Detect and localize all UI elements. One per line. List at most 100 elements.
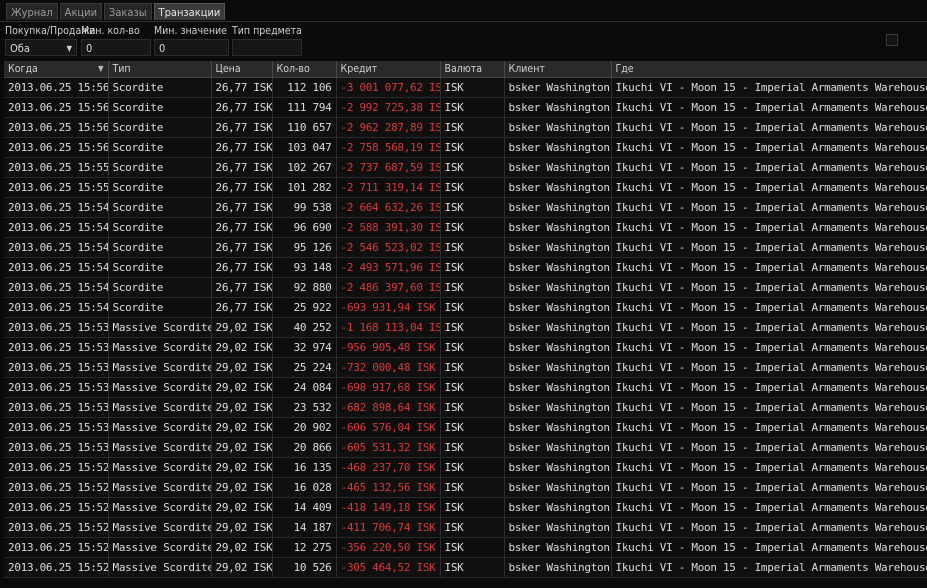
cell-price: 29,02 ISK [211, 437, 273, 458]
cell-location: Ikuchi VI - Moon 15 - Imperial Armaments… [611, 277, 927, 298]
column-header-credit[interactable]: Кредит [336, 61, 441, 78]
cell-when: 2013.06.25 15:56 [4, 97, 109, 118]
table-row[interactable]: 2013.06.25 15:52 Massive Scordite 29,02 IS… [4, 557, 927, 578]
cell-location: Ikuchi VI - Moon 15 - Imperial Armaments… [611, 417, 927, 438]
cell-when: 2013.06.25 15:53 [4, 377, 109, 398]
cell-price: 26,77 ISK [211, 77, 273, 98]
cell-credit: -605 531,32 ISK [336, 437, 441, 458]
tab-transactions[interactable]: Транзакции [153, 3, 226, 20]
cell-qty: 111 794 [272, 97, 337, 118]
column-header-client[interactable]: Клиент [504, 61, 612, 78]
settings-box-icon[interactable] [886, 34, 898, 46]
cell-type: Massive Scordite [108, 317, 212, 338]
item-type-label: Тип предмета [232, 25, 302, 37]
table-row[interactable]: 2013.06.25 15:52 Massive Scordite 29,02 IS… [4, 477, 927, 498]
cell-qty: 14 187 [272, 517, 337, 538]
column-header-qty[interactable]: Кол-во [272, 61, 337, 78]
cell-price: 26,77 ISK [211, 117, 273, 138]
cell-client: bsker Washington1 [504, 557, 612, 578]
table-row[interactable]: 2013.06.25 15:53 Massive Scordite 29,02 IS… [4, 337, 927, 358]
cell-qty: 20 866 [272, 437, 337, 458]
cell-location: Ikuchi VI - Moon 15 - Imperial Armaments… [611, 197, 927, 218]
cell-client: bsker Washington1 [504, 197, 612, 218]
table-row[interactable]: 2013.06.25 15:56 Scordite 26,77 ISK 111 794… [4, 97, 927, 118]
table-row[interactable]: 2013.06.25 15:56 Scordite 26,77 ISK 103 047… [4, 137, 927, 158]
cell-credit: -956 905,48 ISK [336, 337, 441, 358]
table-row[interactable]: 2013.06.25 15:53 Massive Scordite 29,02 IS… [4, 417, 927, 438]
table-row[interactable]: 2013.06.25 15:54 Scordite 26,77 ISK 95 126-… [4, 237, 927, 258]
cell-when: 2013.06.25 15:53 [4, 397, 109, 418]
cell-when: 2013.06.25 15:56 [4, 117, 109, 138]
cell-when: 2013.06.25 15:53 [4, 357, 109, 378]
table-row[interactable]: 2013.06.25 15:56 Scordite 26,77 ISK 110 657… [4, 117, 927, 138]
cell-qty: 99 538 [272, 197, 337, 218]
tab-shares[interactable]: Акции [59, 3, 103, 20]
cell-currency: ISK [440, 177, 505, 198]
item-type-input[interactable] [232, 39, 302, 56]
table-row[interactable]: 2013.06.25 15:52 Massive Scordite 29,02 IS… [4, 537, 927, 558]
column-header-price[interactable]: Цена [211, 61, 273, 78]
table-row[interactable]: 2013.06.25 15:54 Scordite 26,77 ISK 92 880-… [4, 277, 927, 298]
cell-when: 2013.06.25 15:52 [4, 517, 109, 538]
chevron-down-icon: ▼ [66, 44, 72, 53]
cell-qty: 16 135 [272, 457, 337, 478]
cell-when: 2013.06.25 15:52 [4, 557, 109, 578]
table-row[interactable]: 2013.06.25 15:53 Massive Scordite 29,02 IS… [4, 377, 927, 398]
table-row[interactable]: 2013.06.25 15:54 Scordite 26,77 ISK 93 148-… [4, 257, 927, 278]
cell-currency: ISK [440, 477, 505, 498]
table-row[interactable]: 2013.06.25 15:53 Massive Scordite 29,02 IS… [4, 317, 927, 338]
table-row[interactable]: 2013.06.25 15:53 Massive Scordite 29,02 IS… [4, 357, 927, 378]
table-row[interactable]: 2013.06.25 15:52 Massive Scordite 29,02 IS… [4, 457, 927, 478]
cell-location: Ikuchi VI - Moon 15 - Imperial Armaments… [611, 237, 927, 258]
column-header-type[interactable]: Тип [108, 61, 212, 78]
table-row[interactable]: 2013.06.25 15:52 Massive Scordite 29,02 IS… [4, 517, 927, 538]
cell-currency: ISK [440, 497, 505, 518]
cell-client: bsker Washington1 [504, 177, 612, 198]
cell-currency: ISK [440, 97, 505, 118]
tab-orders[interactable]: Заказы [104, 3, 152, 20]
column-header-when[interactable]: Когда ▼ [4, 61, 109, 78]
cell-location: Ikuchi VI - Moon 15 - Imperial Armaments… [611, 317, 927, 338]
cell-client: bsker Washington1 [504, 477, 612, 498]
cell-type: Massive Scordite [108, 357, 212, 378]
cell-currency: ISK [440, 157, 505, 178]
cell-client: bsker Washington1 [504, 377, 612, 398]
cell-client: bsker Washington1 [504, 537, 612, 558]
cell-qty: 96 690 [272, 217, 337, 238]
cell-currency: ISK [440, 557, 505, 578]
column-header-location[interactable]: Где [611, 61, 927, 78]
cell-credit: -2 486 397,60 ISK [336, 277, 441, 298]
cell-qty: 102 267 [272, 157, 337, 178]
tab-journal[interactable]: Журнал [6, 3, 58, 20]
cell-type: Massive Scordite [108, 337, 212, 358]
cell-credit: -411 706,74 ISK [336, 517, 441, 538]
cell-price: 26,77 ISK [211, 137, 273, 158]
cell-when: 2013.06.25 15:56 [4, 137, 109, 158]
min-qty-input[interactable]: 0 [81, 39, 151, 56]
table-row[interactable]: 2013.06.25 15:54 Scordite 26,77 ISK 96 690-… [4, 217, 927, 238]
cell-credit: -693 931,94 ISK [336, 297, 441, 318]
table-row[interactable]: 2013.06.25 15:55 Scordite 26,77 ISK 102 267… [4, 157, 927, 178]
column-header-currency[interactable]: Валюта [440, 61, 505, 78]
min-value-input[interactable]: 0 [154, 39, 229, 56]
cell-qty: 24 084 [272, 377, 337, 398]
table-row[interactable]: 2013.06.25 15:56 Scordite 26,77 ISK 112 106… [4, 77, 927, 98]
cell-type: Massive Scordite [108, 557, 212, 578]
table-row[interactable]: 2013.06.25 15:54 Scordite 26,77 ISK 25 922-… [4, 297, 927, 318]
cell-location: Ikuchi VI - Moon 15 - Imperial Armaments… [611, 457, 927, 478]
cell-price: 26,77 ISK [211, 237, 273, 258]
table-row[interactable]: 2013.06.25 15:53 Massive Scordite 29,02 IS… [4, 397, 927, 418]
cell-type: Scordite [108, 97, 212, 118]
buy-sell-select[interactable]: Оба ▼ [5, 39, 77, 56]
table-row[interactable]: 2013.06.25 15:52 Massive Scordite 29,02 IS… [4, 497, 927, 518]
cell-type: Scordite [108, 177, 212, 198]
cell-credit: -2 664 632,26 ISK [336, 197, 441, 218]
table-row[interactable]: 2013.06.25 15:55 Scordite 26,77 ISK 101 282… [4, 177, 927, 198]
cell-price: 26,77 ISK [211, 197, 273, 218]
min-qty-label: Мин. кол-во [81, 25, 140, 37]
table-row[interactable]: 2013.06.25 15:53 Massive Scordite 29,02 IS… [4, 437, 927, 458]
cell-qty: 32 974 [272, 337, 337, 358]
table-row[interactable]: 2013.06.25 15:54 Scordite 26,77 ISK 99 538-… [4, 197, 927, 218]
cell-type: Scordite [108, 217, 212, 238]
cell-client: bsker Washington1 [504, 117, 612, 138]
